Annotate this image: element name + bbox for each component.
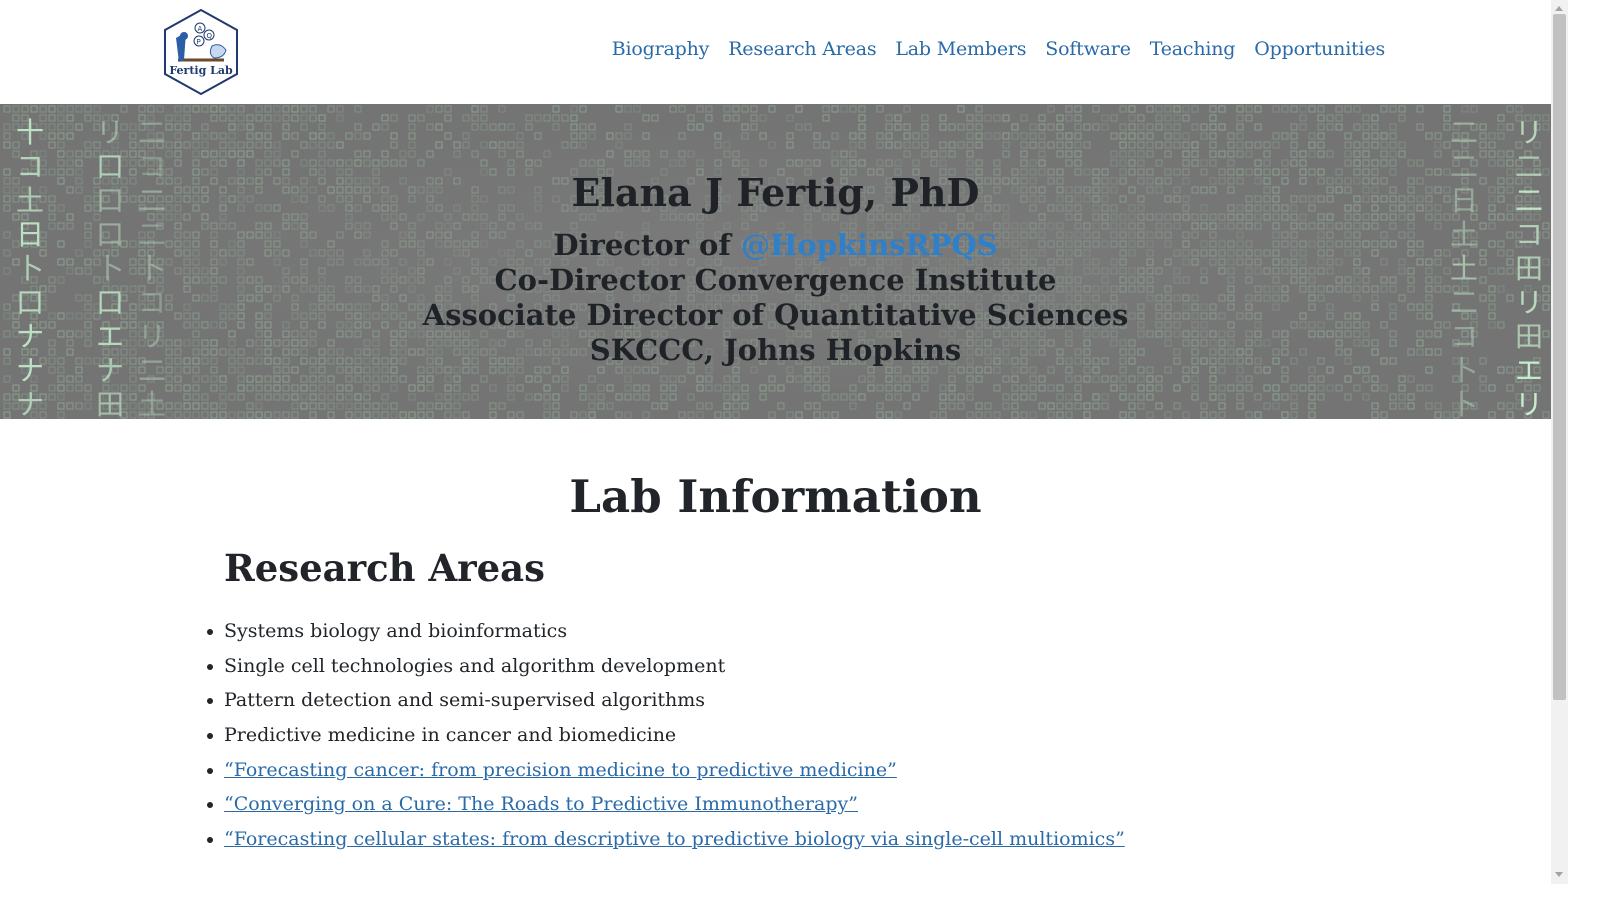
svg-text:A: A (198, 25, 203, 33)
main-nav: Biography Research Areas Lab Members Sof… (612, 38, 1385, 60)
hero-affiliation-line: SKCCC, Johns Hopkins (589, 333, 962, 367)
director-prefix: Director of (553, 228, 741, 262)
hopkins-rpqs-link[interactable]: @HopkinsRPQS (741, 228, 998, 262)
nav-biography[interactable]: Biography (612, 38, 710, 60)
nav-teaching[interactable]: Teaching (1150, 38, 1236, 60)
research-areas-heading: Research Areas (224, 546, 545, 590)
converging-on-a-cure-link[interactable]: “Converging on a Cure: The Roads to Pred… (224, 793, 858, 815)
nav-research-areas[interactable]: Research Areas (728, 38, 876, 60)
scroll-up-arrow-icon[interactable] (1555, 6, 1563, 11)
list-item: Single cell technologies and algorithm d… (207, 649, 1125, 684)
nav-lab-members[interactable]: Lab Members (895, 38, 1026, 60)
svg-text:P: P (197, 38, 201, 46)
list-item: “Forecasting cellular states: from descr… (207, 822, 1125, 857)
navbar: A P Q Fertig Lab Biography Research Area… (0, 0, 1551, 104)
scrollbar-thumb[interactable] (1553, 14, 1566, 700)
hero-banner: 十コ土日卜口ナナナリ口口口卜口エナ田二コ二二卜コリ二土二二日土土二コ卜卜リ二二コ… (0, 104, 1551, 419)
research-item-text: Single cell technologies and algorithm d… (224, 654, 726, 677)
svg-text:Fertig Lab: Fertig Lab (169, 64, 233, 77)
forecasting-cancer-link[interactable]: “Forecasting cancer: from precision medi… (224, 759, 897, 781)
hero-name: Elana J Fertig, PhD (571, 170, 980, 215)
hero-codirector-line: Co-Director Convergence Institute (494, 263, 1057, 297)
fertig-lab-logo[interactable]: A P Q Fertig Lab (162, 8, 240, 96)
list-item: Predictive medicine in cancer and biomed… (207, 718, 1125, 753)
research-areas-list: Systems biology and bioinformatics Singl… (207, 614, 1125, 857)
hero-titles: Director of @HopkinsRPQS Co-Director Con… (0, 228, 1551, 368)
research-item-text: Systems biology and bioinformatics (224, 620, 568, 642)
hero-director-line: Director of @HopkinsRPQS (0, 228, 1551, 263)
scroll-down-arrow-icon[interactable] (1555, 872, 1563, 877)
nav-opportunities[interactable]: Opportunities (1254, 38, 1385, 60)
list-item: “Converging on a Cure: The Roads to Pred… (207, 787, 1125, 822)
list-item: Systems biology and bioinformatics (207, 614, 1125, 649)
forecasting-cellular-states-link[interactable]: “Forecasting cellular states: from descr… (224, 828, 1125, 850)
research-item-text: Predictive medicine in cancer and biomed… (224, 724, 677, 747)
hero-associate-line: Associate Director of Quantitative Scien… (422, 298, 1129, 332)
research-item-text: Pattern detection and semi-supervised al… (224, 689, 706, 712)
svg-text:Q: Q (207, 32, 213, 40)
list-item: Pattern detection and semi-supervised al… (207, 683, 1125, 718)
lab-information-heading: Lab Information (569, 470, 982, 523)
list-item: “Forecasting cancer: from precision medi… (207, 753, 1125, 788)
page-scrollbar[interactable] (1551, 0, 1568, 884)
nav-software[interactable]: Software (1045, 38, 1131, 60)
